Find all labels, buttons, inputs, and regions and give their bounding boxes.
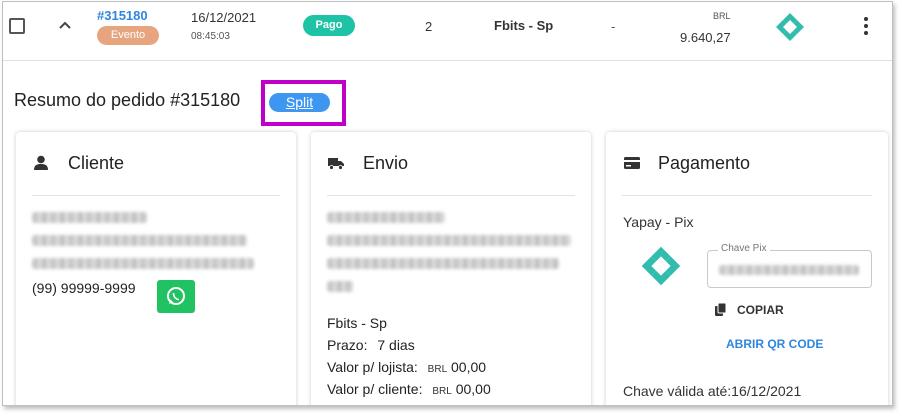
event-badge: Evento: [97, 26, 159, 45]
pix-key-field[interactable]: Chave Pix: [707, 243, 872, 288]
order-time: 08:45:03: [191, 31, 230, 42]
client-card: Cliente (99) 99999-9999: [16, 132, 296, 405]
redacted-document: [32, 235, 247, 246]
key-validity: Chave válida até:16/12/2021: [623, 383, 802, 399]
whatsapp-icon: [167, 287, 185, 305]
order-amount: 9.640,27: [680, 30, 731, 45]
payment-card: Pagamento Yapay - Pix Chave Pix COPIAR A…: [606, 132, 888, 405]
client-details: [32, 212, 262, 281]
store-value-label: Valor p/ lojista:: [327, 359, 418, 375]
credit-card-icon: [624, 157, 640, 169]
redacted-email: [32, 258, 254, 269]
order-row[interactable]: #315180 Evento 16/12/2021 08:45:03 Pago …: [3, 2, 892, 61]
redacted-name: [32, 212, 147, 223]
order-currency: BRL: [713, 11, 731, 21]
shipping-deadline: Prazo: 7 dias: [327, 334, 491, 356]
whatsapp-button[interactable]: [157, 280, 195, 313]
pix-icon: [641, 246, 681, 286]
order-panel: #315180 Evento 16/12/2021 08:45:03 Pago …: [2, 1, 893, 406]
store-value-currency: BRL: [427, 364, 448, 375]
order-summary-title: Resumo do pedido #315180: [14, 90, 241, 110]
divider: [327, 195, 575, 196]
client-card-title: Cliente: [68, 153, 125, 173]
redacted-pix-key: [719, 265, 859, 275]
shipping-card: Envio Fbits - Sp Prazo: 7 dias Valor p/ …: [311, 132, 591, 405]
pix-icon: [776, 13, 804, 41]
shipping-values: Fbits - Sp Prazo: 7 dias Valor p/ lojist…: [327, 312, 491, 400]
payment-method: Yapay - Pix: [623, 214, 694, 230]
client-value-currency: BRL: [432, 386, 452, 397]
person-icon: [34, 155, 48, 170]
payment-card-title: Pagamento: [658, 153, 751, 173]
order-quantity: 2: [425, 19, 433, 34]
row-checkbox[interactable]: [9, 18, 25, 34]
split-button[interactable]: Split: [269, 93, 330, 112]
more-options-icon[interactable]: [863, 16, 869, 36]
redacted-recipient: [327, 212, 445, 223]
status-badge: Pago: [303, 15, 355, 36]
pix-key-label: Chave Pix: [718, 243, 770, 254]
client-phone: (99) 99999-9999: [32, 280, 136, 296]
deadline-value: 7 dias: [377, 337, 415, 353]
divider: [622, 195, 872, 196]
shipping-card-title: Envio: [363, 153, 409, 173]
truck-icon: [328, 158, 344, 170]
shipping-store: Fbits - Sp: [327, 315, 387, 331]
copy-icon[interactable]: [715, 303, 727, 316]
order-date: 16/12/2021: [191, 10, 257, 25]
open-qr-code-button[interactable]: ABRIR QR CODE: [726, 337, 823, 351]
empty-value: -: [611, 19, 616, 34]
client-value-label: Valor p/ cliente:: [327, 381, 423, 397]
store-value-amount: 00,00: [451, 359, 487, 375]
chevron-up-icon[interactable]: [56, 16, 74, 34]
order-id-link[interactable]: #315180: [97, 8, 148, 23]
copy-button[interactable]: COPIAR: [737, 303, 784, 317]
divider: [32, 195, 280, 196]
shipping-client-value: Valor p/ cliente: BRL 00,00: [327, 378, 491, 400]
redacted-address-2: [327, 258, 559, 269]
deadline-label: Prazo:: [327, 337, 368, 353]
shipping-store-value: Valor p/ lojista: BRL 00,00: [327, 356, 491, 378]
client-value-amount: 00,00: [455, 381, 491, 397]
redacted-address-1: [327, 235, 571, 246]
redacted-address-3: [327, 281, 353, 292]
shipping-details: [327, 212, 577, 304]
order-store: Fbits - Sp: [494, 18, 554, 33]
